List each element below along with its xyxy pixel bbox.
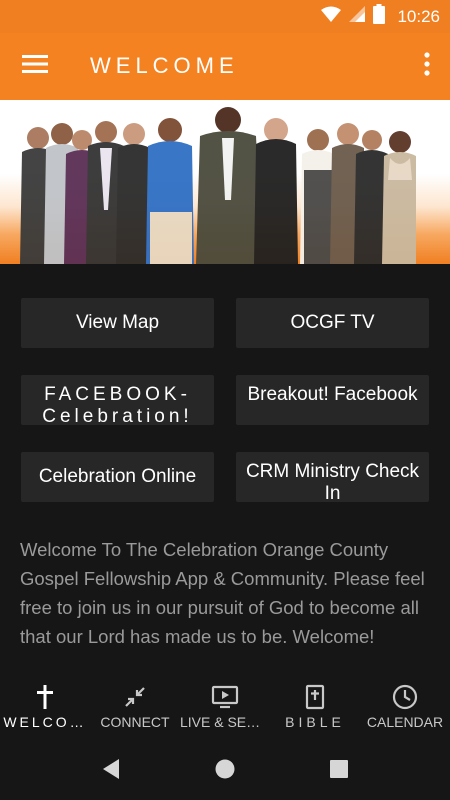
- nav-label-live-services: LIVE & SER…: [180, 714, 270, 730]
- bottom-navigation: WELCO… CONNECT LIVE & SER… BIBLE CALENDA…: [0, 676, 450, 742]
- group-photo-image: [20, 107, 416, 264]
- nav-item-calendar[interactable]: CALENDAR: [360, 676, 450, 742]
- menu-button[interactable]: [18, 51, 52, 81]
- page-title: WELCOME: [90, 53, 239, 78]
- connect-arrows-icon: [123, 680, 147, 714]
- breakout-facebook-label: Breakout! Facebook: [247, 384, 418, 405]
- nav-label-calendar: CALENDAR: [366, 714, 444, 730]
- app-bar: WELCOME: [0, 33, 450, 100]
- ocgf-tv-button[interactable]: OCGF TV: [236, 298, 429, 348]
- overflow-menu-icon: [424, 51, 430, 81]
- nav-item-connect[interactable]: CONNECT: [90, 676, 180, 742]
- celebration-online-label: Celebration Online: [38, 466, 197, 487]
- clock-icon: [392, 680, 418, 714]
- status-bar: 10:26: [0, 0, 450, 33]
- nav-label-connect: CONNECT: [100, 714, 170, 730]
- breakout-facebook-button[interactable]: Breakout! Facebook: [236, 375, 429, 425]
- system-navigation-bar: [0, 742, 450, 800]
- welcome-message: Welcome To The Celebration Orange County…: [20, 539, 425, 647]
- crm-ministry-check-in-button[interactable]: CRM Ministry Check In: [236, 452, 429, 502]
- facebook-celebration-label: FACEBOOK-Celebration!: [42, 384, 193, 425]
- wifi-icon: [321, 6, 342, 27]
- nav-label-welcome: WELCO…: [3, 714, 87, 730]
- app-screen: 10:26 WELCOME View Map OCGF TV FACEBOOK-…: [0, 0, 450, 800]
- nav-item-bible[interactable]: BIBLE: [270, 676, 360, 742]
- crm-ministry-check-in-label: CRM Ministry Check In: [245, 461, 420, 502]
- nav-item-welcome[interactable]: WELCO…: [0, 676, 90, 742]
- view-map-button[interactable]: View Map: [21, 298, 214, 348]
- overflow-menu-button[interactable]: [418, 51, 436, 81]
- back-icon: [101, 758, 121, 785]
- nav-item-live-services[interactable]: LIVE & SER…: [180, 676, 270, 742]
- cross-icon: [35, 680, 55, 714]
- menu-icon: [22, 54, 48, 79]
- home-button[interactable]: [212, 758, 238, 784]
- bible-icon: [304, 680, 326, 714]
- cell-signal-icon: [349, 6, 366, 27]
- facebook-celebration-button[interactable]: FACEBOOK-Celebration!: [21, 375, 214, 425]
- tv-play-icon: [211, 680, 239, 714]
- back-button[interactable]: [98, 758, 124, 784]
- recents-button[interactable]: [326, 758, 352, 784]
- status-icons: 10:26: [321, 0, 440, 33]
- home-icon: [214, 758, 236, 785]
- status-time: 10:26: [397, 6, 440, 26]
- hero-banner: [0, 100, 450, 264]
- battery-icon: [373, 4, 386, 29]
- recents-icon: [329, 759, 349, 784]
- view-map-label: View Map: [75, 312, 160, 333]
- nav-label-bible: BIBLE: [285, 714, 345, 730]
- ocgf-tv-label: OCGF TV: [290, 312, 375, 333]
- celebration-online-button[interactable]: Celebration Online: [21, 452, 214, 502]
